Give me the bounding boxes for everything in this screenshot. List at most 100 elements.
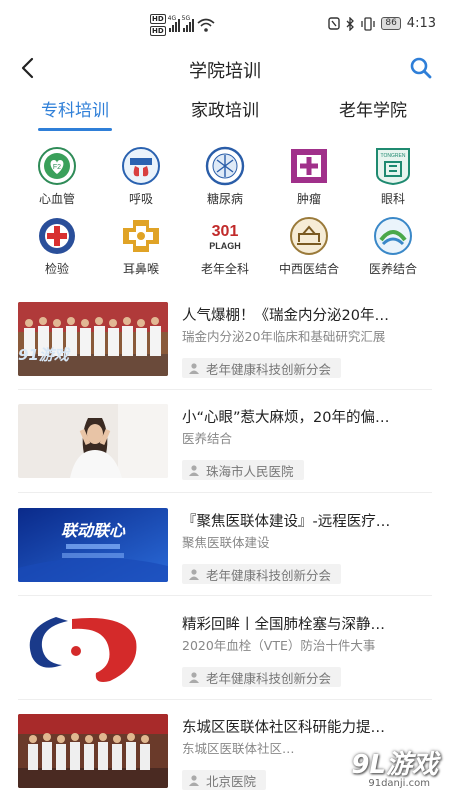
- search-icon: [410, 57, 432, 79]
- hd-badge-2: HD: [150, 26, 166, 36]
- category-label: 老年全科: [200, 262, 249, 276]
- watermark-url: 91danji.com: [368, 778, 430, 789]
- diabetes-logo-icon: [205, 146, 245, 186]
- search-button[interactable]: [406, 53, 436, 83]
- watermark-thumb: 91游戏: [18, 346, 69, 364]
- news-item[interactable]: 人气爆棚！《瑞金内分泌20年… 瑞金内分泌20年临床和基础研究汇展 老年健康科技…: [18, 302, 432, 402]
- user-icon: [189, 363, 199, 374]
- news-thumbnail-blue-banner: 联动联心: [18, 508, 168, 582]
- user-icon: [189, 672, 199, 683]
- news-thumbnail-event-photo: [18, 714, 168, 788]
- laboratory-logo-icon: [39, 218, 75, 254]
- respiratory-logo-icon: [122, 147, 160, 185]
- watermark-logo: 9L游戏: [351, 750, 438, 780]
- category-label: 肿瘤: [296, 192, 321, 206]
- geriatric-plagh-logo-icon: 301 PLAGH: [209, 223, 241, 251]
- nfc-icon: [328, 17, 341, 30]
- category-respiratory[interactable]: 呼吸: [96, 146, 186, 207]
- category-medical-care[interactable]: 医养结合: [348, 216, 438, 277]
- ent-logo-icon: [123, 220, 159, 252]
- oncology-logo-icon: [291, 149, 327, 183]
- tab-senior-college[interactable]: 老年学院: [328, 96, 418, 121]
- ophthalmology-logo-icon: TONGREN: [376, 148, 410, 186]
- news-item[interactable]: 精彩回眸丨全国肺栓塞与深静… 2020年血栓（VTE）防治十件大事 老年健康科技…: [18, 611, 432, 711]
- status-right: 86 4:13: [328, 16, 436, 31]
- source-name: 老年健康科技创新分会: [206, 361, 332, 377]
- source-name: 老年健康科技创新分会: [206, 670, 332, 686]
- vibrate-icon: [361, 16, 375, 31]
- category-geriatric[interactable]: 301 PLAGH 老年全科: [180, 216, 270, 277]
- source-tag: 老年健康科技创新分会: [182, 564, 342, 584]
- tongren-text: TONGREN: [381, 153, 406, 159]
- news-thumbnail-woman-headache: [18, 404, 168, 478]
- tab-specialty-training[interactable]: 专科培训: [38, 96, 112, 121]
- banner-text: 联动联心: [61, 521, 126, 540]
- clock: 4:13: [406, 16, 436, 31]
- bluetooth-icon: [346, 16, 355, 31]
- user-icon: [189, 465, 199, 476]
- source-tag: 北京医院: [182, 770, 267, 790]
- page-title: 学院培训: [189, 61, 261, 82]
- signal-5g-icon: 5G: [181, 15, 194, 32]
- news-title: 人气爆棚！《瑞金内分泌20年…: [182, 308, 389, 324]
- divider: [18, 699, 432, 700]
- status-bar: HD HD 4G 5G 86 4:13: [0, 0, 450, 44]
- category-label: 耳鼻喉: [122, 262, 159, 276]
- status-left: HD HD 4G 5G: [150, 14, 215, 36]
- news-subtitle: 聚焦医联体建设: [182, 535, 270, 550]
- cardiovascular-logo-icon: F2: [38, 147, 76, 185]
- svg-text:F2: F2: [53, 164, 61, 171]
- net-4g-label: 4G: [167, 15, 177, 22]
- category-label: 医养结合: [368, 262, 417, 276]
- source-name: 珠海市人民医院: [206, 463, 294, 479]
- divider: [18, 595, 432, 596]
- source-tag: 老年健康科技创新分会: [182, 358, 342, 378]
- user-icon: [189, 775, 199, 786]
- source-name: 北京医院: [206, 773, 257, 789]
- tab-housekeeping-training[interactable]: 家政培训: [180, 96, 270, 121]
- source-name: 老年健康科技创新分会: [206, 567, 332, 583]
- watermark-corner: 9L游戏 91danji.com: [304, 744, 444, 794]
- category-label: 中西医结合: [278, 262, 339, 276]
- news-item[interactable]: 小“心眼”惹大麻烦，20年的偏… 医养结合 珠海市人民医院: [18, 404, 432, 504]
- battery-icon: 86: [381, 17, 401, 30]
- news-subtitle: 瑞金内分泌20年临床和基础研究汇展: [182, 329, 386, 344]
- net-5g-label: 5G: [181, 15, 191, 22]
- news-thumbnail-logo-swoosh: [18, 611, 168, 685]
- hd-badge-1: HD: [150, 14, 166, 24]
- plagh-number: 301: [212, 223, 239, 240]
- news-title: 精彩回眸丨全国肺栓塞与深静…: [182, 617, 385, 633]
- active-tab-indicator: [38, 128, 112, 131]
- news-subtitle: 2020年血栓（VTE）防治十件大事: [182, 638, 376, 653]
- category-diabetes[interactable]: 糖尿病: [180, 146, 270, 207]
- divider: [18, 492, 432, 493]
- divider: [18, 389, 432, 390]
- title-bar: 学院培训: [0, 44, 450, 92]
- news-title: 小“心眼”惹大麻烦，20年的偏…: [182, 410, 390, 426]
- source-tag: 老年健康科技创新分会: [182, 667, 342, 687]
- category-ent[interactable]: 耳鼻喉: [96, 216, 186, 277]
- news-subtitle: 医养结合: [182, 431, 233, 446]
- category-integrated-medicine[interactable]: 中西医结合: [264, 216, 354, 277]
- source-tag: 珠海市人民医院: [182, 460, 304, 480]
- news-title: 『聚焦医联体建设』-远程医疗…: [182, 514, 391, 530]
- news-item[interactable]: 联动联心 『聚焦医联体建设』-远程医疗… 聚焦医联体建设 老年健康科技创新分会: [18, 508, 432, 608]
- news-title: 东城区医联体社区科研能力提…: [182, 720, 385, 736]
- category-label: 眼科: [380, 192, 405, 206]
- hd-indicator: HD HD: [150, 14, 166, 36]
- category-label: 呼吸: [128, 192, 153, 206]
- user-icon: [189, 569, 199, 580]
- plagh-text: PLAGH: [209, 241, 241, 251]
- wifi-icon: [197, 18, 215, 32]
- category-label: 检验: [44, 262, 69, 276]
- category-label: 心血管: [38, 192, 75, 206]
- medical-care-logo-icon: [374, 217, 412, 255]
- integrated-medicine-logo-icon: [290, 217, 328, 255]
- signal-4g-icon: 4G: [167, 15, 180, 32]
- category-ophthalmology[interactable]: TONGREN 眼科: [348, 146, 438, 207]
- category-cardiovascular[interactable]: F2 心血管: [12, 146, 102, 207]
- category-label: 糖尿病: [206, 192, 243, 206]
- category-oncology[interactable]: 肿瘤: [264, 146, 354, 207]
- category-laboratory[interactable]: 检验: [12, 216, 102, 277]
- tab-bar: 专科培训 家政培训 老年学院: [0, 96, 450, 132]
